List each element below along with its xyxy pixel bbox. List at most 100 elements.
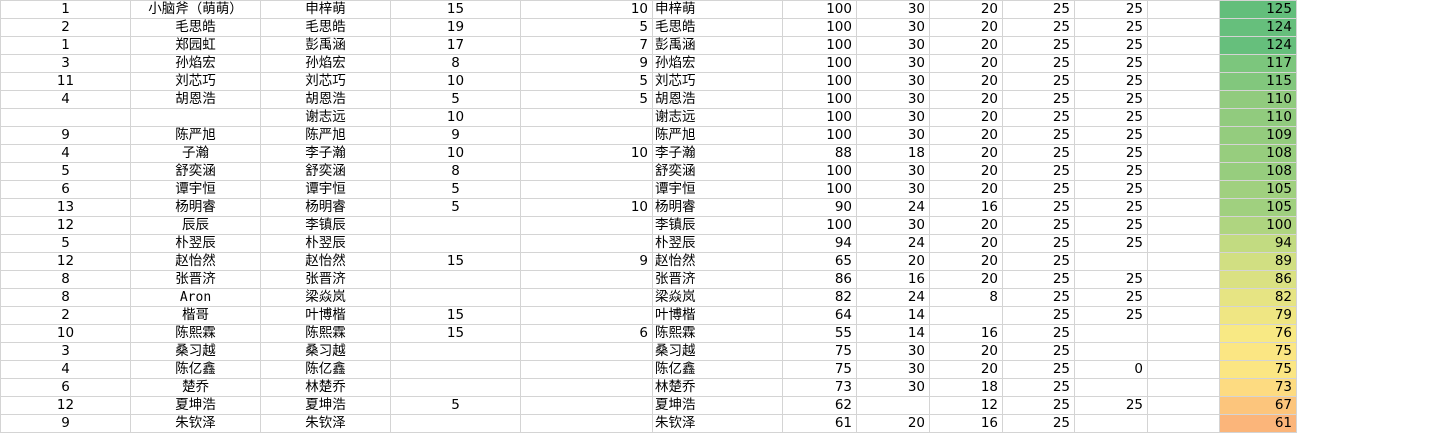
name-cell[interactable]: 朴翌辰 [260,234,391,253]
name-cell[interactable]: 舒奕涵 [260,162,391,181]
name-cell[interactable]: 谭宇恒 [260,180,391,199]
nickname-cell[interactable]: 辰辰 [130,216,261,235]
name-cell[interactable]: 张晋济 [260,270,391,289]
col-d-cell[interactable] [390,378,521,397]
col-j-cell[interactable]: 25 [1002,144,1075,163]
col-l-cell[interactable] [1147,108,1220,127]
col-d-cell[interactable] [390,270,521,289]
col-e-cell[interactable] [520,108,653,127]
col-h-cell[interactable]: 30 [856,90,930,109]
col-e-cell[interactable]: 10 [520,198,653,217]
col-i-cell[interactable]: 20 [929,90,1003,109]
col-k-cell[interactable]: 25 [1074,126,1148,145]
name-copy-cell[interactable]: 胡恩浩 [652,90,783,109]
name-cell[interactable]: 申梓萌 [260,0,391,19]
col-e-cell[interactable] [520,378,653,397]
col-a-cell[interactable]: 5 [0,162,131,181]
col-i-cell[interactable]: 20 [929,126,1003,145]
total-cell[interactable]: 82 [1219,288,1297,307]
col-g-cell[interactable]: 100 [782,180,857,199]
col-h-cell[interactable]: 30 [856,18,930,37]
col-l-cell[interactable] [1147,180,1220,199]
col-h-cell[interactable]: 30 [856,54,930,73]
col-g-cell[interactable]: 65 [782,252,857,271]
col-h-cell[interactable]: 30 [856,126,930,145]
col-a-cell[interactable]: 1 [0,0,131,19]
col-j-cell[interactable]: 25 [1002,306,1075,325]
nickname-cell[interactable]: 子瀚 [130,144,261,163]
col-j-cell[interactable]: 25 [1002,162,1075,181]
col-l-cell[interactable] [1147,54,1220,73]
name-cell[interactable]: 彭禹涵 [260,36,391,55]
col-i-cell[interactable]: 20 [929,180,1003,199]
name-copy-cell[interactable]: 谭宇恒 [652,180,783,199]
col-i-cell[interactable]: 20 [929,18,1003,37]
col-d-cell[interactable]: 15 [390,0,521,19]
col-i-cell[interactable] [929,306,1003,325]
col-i-cell[interactable]: 18 [929,378,1003,397]
col-l-cell[interactable] [1147,234,1220,253]
col-g-cell[interactable]: 61 [782,414,857,433]
col-d-cell[interactable] [390,414,521,433]
col-i-cell[interactable]: 20 [929,54,1003,73]
col-h-cell[interactable]: 30 [856,162,930,181]
nickname-cell[interactable]: 毛思皓 [130,18,261,37]
col-a-cell[interactable]: 8 [0,288,131,307]
col-e-cell[interactable] [520,306,653,325]
total-cell[interactable]: 125 [1219,0,1297,19]
name-copy-cell[interactable]: 孙焰宏 [652,54,783,73]
col-g-cell[interactable]: 100 [782,126,857,145]
col-j-cell[interactable]: 25 [1002,90,1075,109]
total-cell[interactable]: 89 [1219,252,1297,271]
col-d-cell[interactable]: 8 [390,162,521,181]
col-j-cell[interactable]: 25 [1002,342,1075,361]
col-h-cell[interactable]: 14 [856,324,930,343]
col-a-cell[interactable]: 12 [0,396,131,415]
col-i-cell[interactable]: 16 [929,198,1003,217]
col-h-cell[interactable]: 24 [856,288,930,307]
col-d-cell[interactable]: 10 [390,108,521,127]
col-g-cell[interactable]: 62 [782,396,857,415]
name-cell[interactable]: 杨明睿 [260,198,391,217]
col-j-cell[interactable]: 25 [1002,54,1075,73]
name-copy-cell[interactable]: 刘芯巧 [652,72,783,91]
col-a-cell[interactable]: 12 [0,216,131,235]
col-k-cell[interactable] [1074,324,1148,343]
name-cell[interactable]: 陈熙霖 [260,324,391,343]
col-d-cell[interactable]: 5 [390,90,521,109]
col-a-cell[interactable]: 1 [0,36,131,55]
col-d-cell[interactable]: 9 [390,126,521,145]
col-g-cell[interactable]: 100 [782,18,857,37]
nickname-cell[interactable]: 楚乔 [130,378,261,397]
col-a-cell[interactable]: 10 [0,324,131,343]
name-cell[interactable]: 谢志远 [260,108,391,127]
col-l-cell[interactable] [1147,414,1220,433]
col-k-cell[interactable]: 25 [1074,396,1148,415]
nickname-cell[interactable] [130,108,261,127]
col-k-cell[interactable]: 25 [1074,90,1148,109]
total-cell[interactable]: 100 [1219,216,1297,235]
col-l-cell[interactable] [1147,162,1220,181]
col-i-cell[interactable]: 20 [929,72,1003,91]
nickname-cell[interactable]: 刘芯巧 [130,72,261,91]
col-k-cell[interactable]: 25 [1074,72,1148,91]
total-cell[interactable]: 109 [1219,126,1297,145]
col-h-cell[interactable]: 30 [856,180,930,199]
name-copy-cell[interactable]: 赵怡然 [652,252,783,271]
col-a-cell[interactable]: 5 [0,234,131,253]
col-j-cell[interactable]: 25 [1002,378,1075,397]
col-g-cell[interactable]: 73 [782,378,857,397]
total-cell[interactable]: 108 [1219,144,1297,163]
col-j-cell[interactable]: 25 [1002,360,1075,379]
col-d-cell[interactable]: 15 [390,324,521,343]
col-g-cell[interactable]: 86 [782,270,857,289]
col-i-cell[interactable]: 20 [929,216,1003,235]
col-k-cell[interactable]: 25 [1074,306,1148,325]
col-e-cell[interactable] [520,234,653,253]
total-cell[interactable]: 105 [1219,198,1297,217]
col-j-cell[interactable]: 25 [1002,216,1075,235]
col-e-cell[interactable]: 5 [520,90,653,109]
col-a-cell[interactable]: 3 [0,342,131,361]
total-cell[interactable]: 75 [1219,360,1297,379]
col-k-cell[interactable]: 25 [1074,180,1148,199]
